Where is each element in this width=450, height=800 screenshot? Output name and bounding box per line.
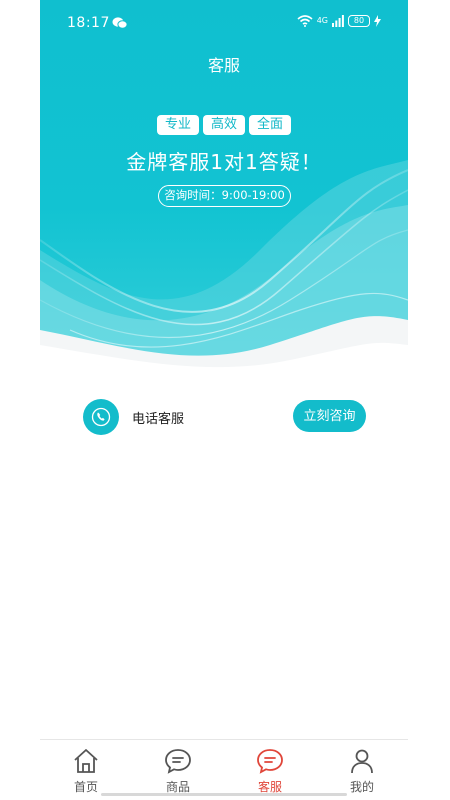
battery-level: 80 [353,16,365,25]
chat-bubble-icon [165,749,191,774]
app-screen: 18:17 4G 80 客服 专业 高效 全面 金牌客服1对1答疑！ 咨询时间：… [40,0,408,800]
wechat-icon [112,17,128,29]
phone-service-label: 电话客服 [132,412,185,427]
phone-service-row: 电话客服 立刻咨询 [40,395,408,439]
charging-icon [374,15,381,27]
page-title: 客服 [207,56,240,75]
tab-customer-service[interactable]: 客服 [224,740,316,800]
phone-icon [83,399,119,435]
tab-home[interactable]: 首页 [40,740,132,800]
tag-comprehensive: 全面 [249,115,292,135]
status-time: 18:17 [67,15,110,31]
status-bar: 18:17 4G 80 [40,0,408,46]
battery-icon: 80 [348,15,370,27]
network-type: 4G [316,16,328,25]
signal-icon [332,15,344,27]
tag-professional: 专业 [156,115,199,135]
chat-bubble-icon [257,749,283,774]
home-indicator [101,793,347,796]
consult-now-button[interactable]: 立刻咨询 [293,400,366,432]
status-indicators: 4G 80 [297,15,381,27]
home-icon [74,749,98,773]
tag-efficient: 高效 [202,115,245,135]
wifi-icon [297,15,313,27]
feature-tags: 专业 高效 全面 [40,115,408,135]
bottom-tab-bar: 首页 商品 客服 我的 [40,739,408,800]
tab-mine[interactable]: 我的 [316,740,408,800]
user-icon [351,749,373,774]
tab-products[interactable]: 商品 [132,740,224,800]
service-hours-badge: 咨询时间：9:00-19:00 [158,185,291,207]
service-banner: 18:17 4G 80 客服 专业 高效 全面 金牌客服1对1答疑！ 咨询时间：… [40,0,408,377]
banner-headline: 金牌客服1对1答疑！ [126,150,322,174]
